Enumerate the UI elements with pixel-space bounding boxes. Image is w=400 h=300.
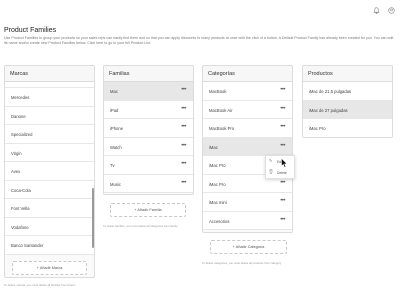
more-icon[interactable]: ••• xyxy=(280,143,285,149)
item-label: Avex xyxy=(11,169,21,174)
item-label: Music xyxy=(110,181,121,187)
item-label: Accesorios xyxy=(209,218,230,224)
list-item[interactable]: Music ••• xyxy=(104,174,193,193)
list-item[interactable]: iMac Pro xyxy=(303,119,392,137)
list-item-selected[interactable]: Mac ••• xyxy=(104,82,193,101)
item-label: Danone xyxy=(11,113,26,119)
item-label: Banco Santander xyxy=(11,243,44,248)
item-label: iMac Pro xyxy=(209,181,226,187)
item-label: iMac Pro xyxy=(309,126,326,131)
edit-menu-item[interactable]: ✎ Edit xyxy=(266,156,294,167)
more-icon[interactable]: ••• xyxy=(280,217,285,223)
list-item[interactable]: iPhone ••• xyxy=(104,119,193,138)
item-label: iMac Pro xyxy=(209,163,226,168)
marcas-scrollbar[interactable] xyxy=(92,188,94,248)
bell-icon[interactable] xyxy=(373,7,380,16)
mouse-pointer-icon xyxy=(281,157,288,170)
delete-menu-item[interactable]: Delete xyxy=(266,167,294,178)
list-item[interactable]: iMac de 21,5 pulgadas xyxy=(303,82,392,101)
categorias-hint: To delete categories, you must delete al… xyxy=(202,261,282,265)
list-item[interactable]: Virgin xyxy=(5,143,94,162)
page-description: Use Product Families to group your produ… xyxy=(4,36,394,45)
list-item[interactable]: MacBook ••• xyxy=(203,82,292,101)
list-item[interactable]: Danone xyxy=(5,106,94,125)
item-label: Vodafone xyxy=(11,224,29,230)
item-label: iMac xyxy=(209,144,218,150)
list-item[interactable]: Banco Santander xyxy=(5,236,94,255)
more-icon[interactable]: ••• xyxy=(280,124,285,130)
list-item-selected[interactable]: iMac ••• xyxy=(203,137,292,156)
item-label: Virgin xyxy=(11,150,22,156)
more-icon[interactable]: ••• xyxy=(280,198,285,204)
list-item[interactable]: Avex xyxy=(5,162,94,181)
productos-panel: Productos iMac de 21,5 pulgadas iMac de … xyxy=(302,65,393,138)
more-icon[interactable]: ••• xyxy=(181,180,186,186)
item-label: Mercedes xyxy=(11,95,30,100)
list-item[interactable]: iMac mini ••• xyxy=(203,193,292,212)
item-label: Tv xyxy=(110,163,115,168)
delete-label: Delete xyxy=(277,170,287,175)
list-item[interactable]: MacBook Pro ••• xyxy=(203,119,292,138)
item-label: Specialized xyxy=(11,132,33,137)
add-categoria-button[interactable]: + Añadir Categoría xyxy=(210,240,287,254)
more-icon[interactable]: ••• xyxy=(280,87,285,93)
more-icon[interactable]: ••• xyxy=(181,106,186,112)
categorias-panel: Categorías MacBook ••• MacBook Air ••• Mac… xyxy=(202,65,293,233)
item-label: MacBook xyxy=(209,89,227,94)
categorias-header: Categorías xyxy=(203,66,292,82)
item-label: MacBook Air xyxy=(209,107,233,113)
item-label: iPhone xyxy=(110,126,124,131)
marcas-panel: Marcas Mercedes Danone Specialized Virgi… xyxy=(4,65,95,278)
trash-icon xyxy=(269,169,273,175)
list-item[interactable]: Coca-Cola xyxy=(5,180,94,199)
user-icon[interactable] xyxy=(388,7,395,16)
list-item[interactable]: MacBook Air ••• xyxy=(203,100,292,119)
marcas-hint: To delete marcas, you must delete all fa… xyxy=(4,283,75,287)
more-icon[interactable]: ••• xyxy=(181,161,186,167)
marcas-header: Marcas xyxy=(5,66,94,82)
list-item[interactable]: Vodafone xyxy=(5,217,94,236)
item-label: iMac de 21,5 pulgadas xyxy=(309,89,352,94)
list-item[interactable]: Accesorios ••• xyxy=(203,211,292,230)
add-familia-button[interactable]: + Añadir Familia xyxy=(110,203,186,217)
more-icon[interactable]: ••• xyxy=(280,106,285,112)
item-label: iMac mini xyxy=(209,200,227,205)
familias-panel: Familias Mac ••• iPad ••• iPhone ••• Watch •… xyxy=(103,65,194,195)
familias-header: Familias xyxy=(104,66,193,82)
page-title: Product Families xyxy=(4,27,57,34)
list-item[interactable]: Specialized xyxy=(5,125,94,144)
productos-header: Productos xyxy=(303,66,392,82)
list-item[interactable]: Tv ••• xyxy=(104,156,193,175)
top-bar xyxy=(0,0,400,22)
item-label: iMac de 27 pulgadas xyxy=(309,107,348,113)
list-item[interactable]: Font Vella xyxy=(5,199,94,218)
familias-hint: To delete families, you must delete all … xyxy=(103,224,178,228)
item-label: Watch xyxy=(110,144,122,150)
list-item-selected[interactable]: iMac de 27 pulgadas xyxy=(303,100,392,119)
add-marca-button[interactable]: + Añadir Marca xyxy=(12,261,87,275)
context-menu: ✎ Edit Delete xyxy=(265,155,295,179)
item-label: Mac xyxy=(110,89,118,94)
item-label: MacBook Pro xyxy=(209,126,235,131)
item-label: Coca-Cola xyxy=(11,187,31,193)
item-label: iPad xyxy=(110,107,119,113)
pencil-icon: ✎ xyxy=(269,158,273,163)
list-item[interactable]: iPad ••• xyxy=(104,100,193,119)
item-label: Font Vella xyxy=(11,206,30,211)
list-item[interactable]: Watch ••• xyxy=(104,137,193,156)
more-icon[interactable]: ••• xyxy=(181,87,186,93)
more-icon[interactable]: ••• xyxy=(181,143,186,149)
more-icon[interactable]: ••• xyxy=(181,124,186,130)
more-icon[interactable]: ••• xyxy=(280,180,285,186)
list-item[interactable]: Mercedes xyxy=(5,88,94,107)
